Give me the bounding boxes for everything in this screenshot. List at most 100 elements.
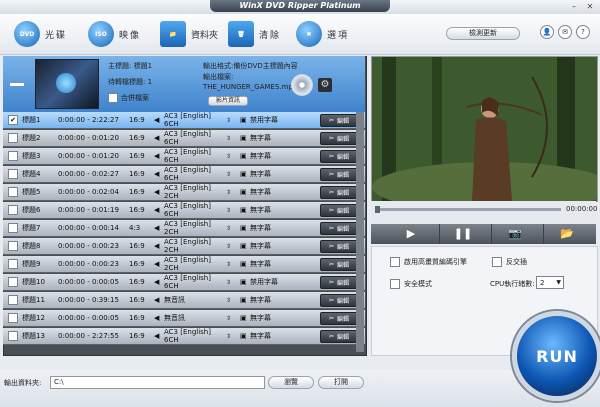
audio-track-select[interactable]: AC3 [English] 6CH <box>164 148 226 164</box>
hq-engine-checkbox[interactable] <box>390 257 400 267</box>
table-row[interactable]: 標題120:00:00 - 0:00:0516:9◀無音訊⇕▣無字幕⇕✂編輯 <box>3 310 365 327</box>
options-button[interactable]: ✖ 選項 <box>296 21 349 47</box>
subtitle-select[interactable]: 無字幕 <box>250 241 320 251</box>
edit-button[interactable]: ✂ 編輯 <box>320 258 358 271</box>
subtitle-select[interactable]: 無字幕 <box>250 187 320 197</box>
audio-track-select[interactable]: AC3 [English] 6CH <box>164 274 226 290</box>
title-checkbox[interactable] <box>8 223 18 233</box>
audio-track-select[interactable]: AC3 [English] 6CH <box>164 166 226 182</box>
run-button[interactable]: RUN <box>512 311 600 401</box>
deinterlace-checkbox[interactable] <box>492 257 502 267</box>
title-checkbox[interactable] <box>8 295 18 305</box>
edit-button[interactable]: ✂ 編輯 <box>320 186 358 199</box>
title-checkbox[interactable] <box>8 277 18 287</box>
subtitle-select[interactable]: 無字幕 <box>250 259 320 269</box>
audio-track-select[interactable]: AC3 [English] 2CH <box>164 220 226 236</box>
iso-image-button[interactable]: ISO 映像 <box>88 21 141 47</box>
audio-track-select[interactable]: AC3 [English] 6CH <box>164 130 226 146</box>
cpu-threads-select[interactable]: 2 ▼ <box>536 276 564 289</box>
seek-slider[interactable] <box>375 208 561 211</box>
title-checkbox[interactable] <box>8 151 18 161</box>
pause-icon[interactable]: ❚❚ <box>435 224 492 244</box>
table-row[interactable]: ✔ 標題1 0:00:00 - 2:22:27 16:9 ◀ AC3 [English] … <box>3 112 365 129</box>
settings-gear-icon[interactable]: ⚙ <box>318 78 332 92</box>
subtitle-select[interactable]: 無字幕 <box>250 313 320 323</box>
title-row-body[interactable]: 標題10 0:00:00 - 0:00:05 16:9 ◀ AC3 [English] … <box>3 274 365 291</box>
chevron-down-icon[interactable]: ⇕ <box>226 333 240 340</box>
subtitle-select[interactable]: 無字幕 <box>250 223 320 233</box>
open-folder-icon[interactable]: 📂 <box>539 224 595 244</box>
table-row[interactable]: 標題2 0:00:00 - 0:01:20 16:9 ◀ AC3 [English] 6… <box>3 130 365 147</box>
title-row-body[interactable]: 標題8 0:00:00 - 0:00:23 16:9 ◀ AC3 [English] 2… <box>3 238 365 255</box>
title-checkbox[interactable] <box>8 313 18 323</box>
audio-track-select[interactable]: AC3 [English] 6CH <box>164 202 226 218</box>
mail-icon[interactable]: ✉ <box>558 25 572 39</box>
folder-button[interactable]: 📁 資料夾 <box>160 21 218 47</box>
chevron-down-icon[interactable]: ⇕ <box>226 207 240 214</box>
edit-button[interactable]: ✂ 編輯 <box>320 168 358 181</box>
audio-track-select[interactable]: AC3 [English] 2CH <box>164 184 226 200</box>
title-row-body[interactable]: 標題2 0:00:00 - 0:01:20 16:9 ◀ AC3 [English] 6… <box>3 130 365 147</box>
subtitle-select[interactable]: 無字幕 <box>250 133 320 143</box>
title-checkbox[interactable] <box>8 133 18 143</box>
title-row-body[interactable]: 標題13 0:00:00 - 2:27:55 16:9 ◀ AC3 [English] … <box>3 328 365 345</box>
chevron-down-icon[interactable]: ⇕ <box>226 315 240 322</box>
table-row[interactable]: 標題3 0:00:00 - 0:01:20 16:9 ◀ AC3 [English] 6… <box>3 148 365 165</box>
title-checkbox[interactable] <box>8 259 18 269</box>
subtitle-select[interactable]: 無字幕 <box>250 151 320 161</box>
safe-mode-checkbox[interactable] <box>390 279 400 289</box>
edit-button[interactable]: ✂ 編輯 <box>320 276 358 289</box>
delete-button[interactable]: 🗑 清除 <box>228 21 281 47</box>
title-row-body[interactable]: 標題6 0:00:00 - 0:01:19 16:9 ◀ AC3 [English] 6… <box>3 202 365 219</box>
open-button[interactable]: 打開 <box>318 376 364 389</box>
title-row-body[interactable]: 標題9 0:00:00 - 0:00:23 16:9 ◀ AC3 [English] 2… <box>3 256 365 273</box>
title-checkbox[interactable] <box>8 241 18 251</box>
output-folder-input[interactable]: C:\ <box>50 376 265 389</box>
merge-checkbox[interactable] <box>108 93 118 103</box>
table-row[interactable]: 標題10 0:00:00 - 0:00:05 16:9 ◀ AC3 [English] … <box>3 274 365 291</box>
audio-track-select[interactable]: AC3 [English] 2CH <box>164 238 226 254</box>
browse-button[interactable]: 瀏覽 <box>268 376 314 389</box>
title-row-body[interactable]: 標題7 0:00:00 - 0:00:14 4:3 ◀ AC3 [English] 2C… <box>3 220 365 237</box>
chevron-down-icon[interactable]: ⇕ <box>226 279 240 286</box>
subtitle-select[interactable]: 無字幕 <box>250 295 320 305</box>
audio-track-select[interactable]: 無音訊 <box>164 295 226 305</box>
title-checkbox[interactable] <box>8 169 18 179</box>
edit-button[interactable]: ✂ 編輯 <box>320 114 358 127</box>
audio-track-select[interactable]: AC3 [English] 6CH <box>164 328 226 344</box>
table-row[interactable]: 標題4 0:00:00 - 0:02:27 16:9 ◀ AC3 [English] 6… <box>3 166 365 183</box>
table-row[interactable]: 標題5 0:00:00 - 0:02:04 16:9 ◀ AC3 [English] 2… <box>3 184 365 201</box>
chevron-down-icon[interactable]: ⇕ <box>226 225 240 232</box>
edit-button[interactable]: ✂ 編輯 <box>320 294 358 307</box>
chevron-down-icon[interactable]: ⇕ <box>226 171 240 178</box>
chevron-down-icon[interactable]: ⇕ <box>226 243 240 250</box>
list-scrollbar[interactable] <box>356 112 364 352</box>
edit-button[interactable]: ✂ 編輯 <box>320 132 358 145</box>
title-row-body[interactable]: 標題3 0:00:00 - 0:01:20 16:9 ◀ AC3 [English] 6… <box>3 148 365 165</box>
table-row[interactable]: 標題8 0:00:00 - 0:00:23 16:9 ◀ AC3 [English] 2… <box>3 238 365 255</box>
close-button[interactable]: ✕ <box>584 2 596 12</box>
table-row[interactable]: 標題7 0:00:00 - 0:00:14 4:3 ◀ AC3 [English] 2C… <box>3 220 365 237</box>
table-row[interactable]: 標題13 0:00:00 - 2:27:55 16:9 ◀ AC3 [English] … <box>3 328 365 345</box>
chevron-down-icon[interactable]: ⇕ <box>226 135 240 142</box>
video-info-button[interactable]: 影片資訊 <box>208 96 248 106</box>
audio-track-select[interactable]: AC3 [English] 2CH <box>164 256 226 272</box>
chevron-down-icon[interactable]: ⇕ <box>226 261 240 268</box>
title-checkbox[interactable] <box>8 187 18 197</box>
title-checkbox[interactable]: ✔ <box>8 115 18 125</box>
play-icon[interactable]: ▶ <box>383 224 440 244</box>
snapshot-camera-icon[interactable]: 📷 <box>487 224 544 244</box>
table-row[interactable]: 標題6 0:00:00 - 0:01:19 16:9 ◀ AC3 [English] 6… <box>3 202 365 219</box>
edit-button[interactable]: ✂ 編輯 <box>320 150 358 163</box>
edit-button[interactable]: ✂ 編輯 <box>320 330 358 343</box>
subtitle-select[interactable]: 禁用字幕 <box>250 115 320 125</box>
chevron-down-icon[interactable]: ⇕ <box>226 297 240 304</box>
subtitle-select[interactable]: 無字幕 <box>250 205 320 215</box>
title-row-body[interactable]: 標題4 0:00:00 - 0:02:27 16:9 ◀ AC3 [English] 6… <box>3 166 365 183</box>
seek-handle[interactable] <box>375 206 380 213</box>
audio-track-select[interactable]: AC3 [English] 6CH <box>164 112 226 128</box>
subtitle-select[interactable]: 無字幕 <box>250 169 320 179</box>
audio-track-select[interactable]: 無音訊 <box>164 313 226 323</box>
edit-button[interactable]: ✂ 編輯 <box>320 222 358 235</box>
edit-button[interactable]: ✂ 編輯 <box>320 204 358 217</box>
